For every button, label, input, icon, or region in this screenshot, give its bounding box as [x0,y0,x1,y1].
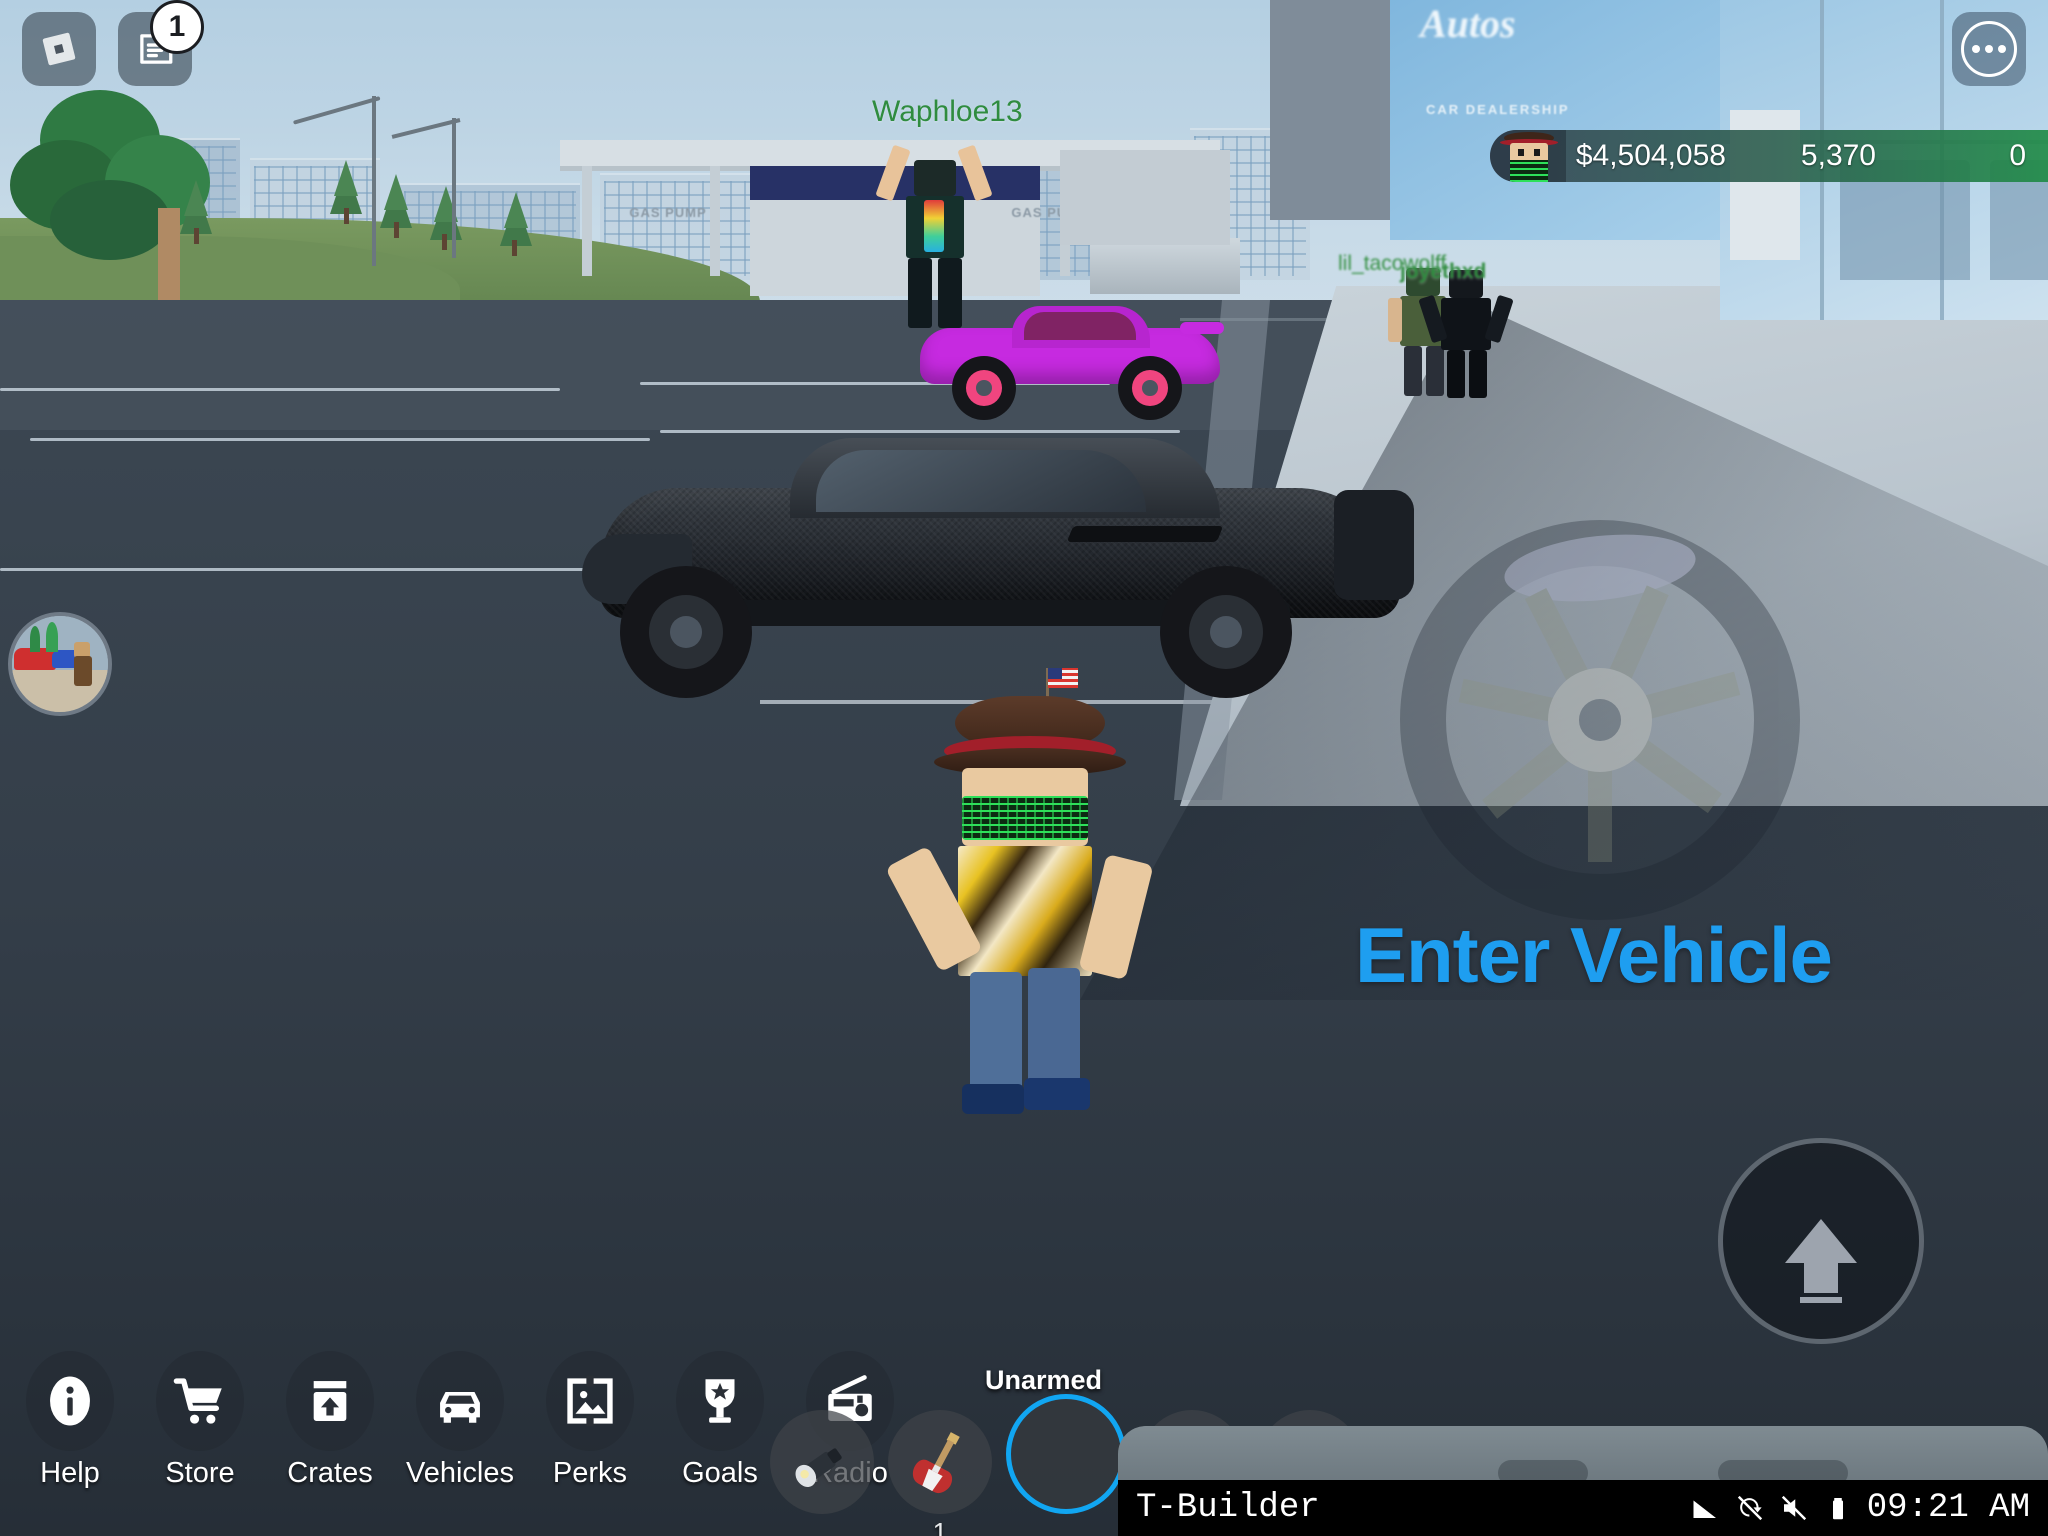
more-options-button[interactable] [1952,12,2026,86]
lane-marking [30,438,650,441]
enter-vehicle-prompt[interactable]: Enter Vehicle [1355,910,1833,1001]
roblox-menu-button[interactable] [22,12,96,86]
nametag-waphloe13: Waphloe13 [872,95,1023,128]
menu-item-goals[interactable]: Goals [664,1351,776,1490]
hotbar-slot-number: 1 [932,1517,948,1536]
menu-label: Store [165,1457,235,1489]
chat-button[interactable]: 1 [118,0,204,86]
player-avatar-thumbnail [1490,130,1566,182]
dealership-subtitle: CAR DEALERSHIP [1426,102,1570,117]
taskbar-clock: 09:21 AM [1866,1489,2030,1527]
station-sign-left: GAS PUMP [629,205,707,220]
player-stats-bar: $4,504,058 5,370 0 [1490,130,2048,182]
tablet-bezel: T-Builder 09:21 AM [1118,1426,2048,1536]
menu-item-crates[interactable]: Crates [274,1351,386,1490]
pine-tree [500,192,532,256]
station-steps [1090,238,1240,294]
menu-item-perks[interactable]: Perks [534,1351,646,1490]
menu-label: Vehicles [405,1457,514,1489]
hotbar-slot-flashlight[interactable] [770,1410,874,1514]
chat-unread-badge: 1 [150,0,204,54]
game-promo-thumbnail[interactable] [8,612,112,716]
shopping-cart-icon [156,1351,244,1451]
guitar-icon [912,1432,960,1494]
mute-icon [1781,1495,1806,1521]
station-building [1060,150,1230,245]
lane-marking [0,388,560,391]
jump-arrow-icon [1785,1219,1857,1303]
flashlight-icon [795,1448,842,1487]
game-viewport: GAS PUMP GAS PUMP Autos CAR DEALERSHIP 1… [0,0,2048,1536]
os-taskbar: T-Builder 09:21 AM [1118,1480,2048,1536]
menu-item-help[interactable]: Help [14,1351,126,1490]
trophy-icon [676,1351,764,1451]
menu-label: Help [40,1457,100,1489]
selected-tool-label: Unarmed [985,1365,1103,1395]
hotbar-slot-unarmed[interactable] [1006,1394,1126,1514]
taskbar-device-name: T-Builder [1136,1489,1320,1527]
menu-item-vehicles[interactable]: Vehicles [404,1351,516,1490]
signal-icon [1693,1500,1716,1518]
menu-label: Crates [287,1457,373,1489]
pine-tree [380,168,412,238]
street-light [452,118,456,258]
hotbar-slot-guitar[interactable]: 1 [888,1410,992,1536]
jump-button[interactable] [1718,1138,1924,1344]
nametag-joyethxd: joyethxd [1400,260,1487,283]
rotation-lock-icon [1737,1495,1762,1521]
menu-label: Perks [552,1457,628,1489]
remote-player-avatar [875,140,993,330]
image-frame-icon [546,1351,634,1451]
dealership-sign: Autos [1420,1,1516,46]
street-light [372,96,376,266]
crate-upload-icon [286,1351,374,1451]
info-icon [26,1351,114,1451]
remote-player-avatar [1418,270,1515,400]
pine-tree [180,178,212,244]
battery-icon [1832,1498,1843,1520]
pine-tree [330,150,362,224]
player-character [885,660,1180,1130]
taskbar-system-icons [1691,1493,1853,1523]
steering-wheel-icon [1400,520,1800,920]
roblox-logo-icon [42,32,76,66]
stat-secondary: 5,370 [1800,139,1876,172]
stat-tertiary: 0 [2009,139,2026,172]
car-icon [416,1351,504,1451]
menu-item-store[interactable]: Store [144,1351,256,1490]
ellipsis-icon [1961,21,2017,77]
menu-label: Goals [682,1457,758,1489]
stat-money: $4,504,058 [1575,139,1726,172]
